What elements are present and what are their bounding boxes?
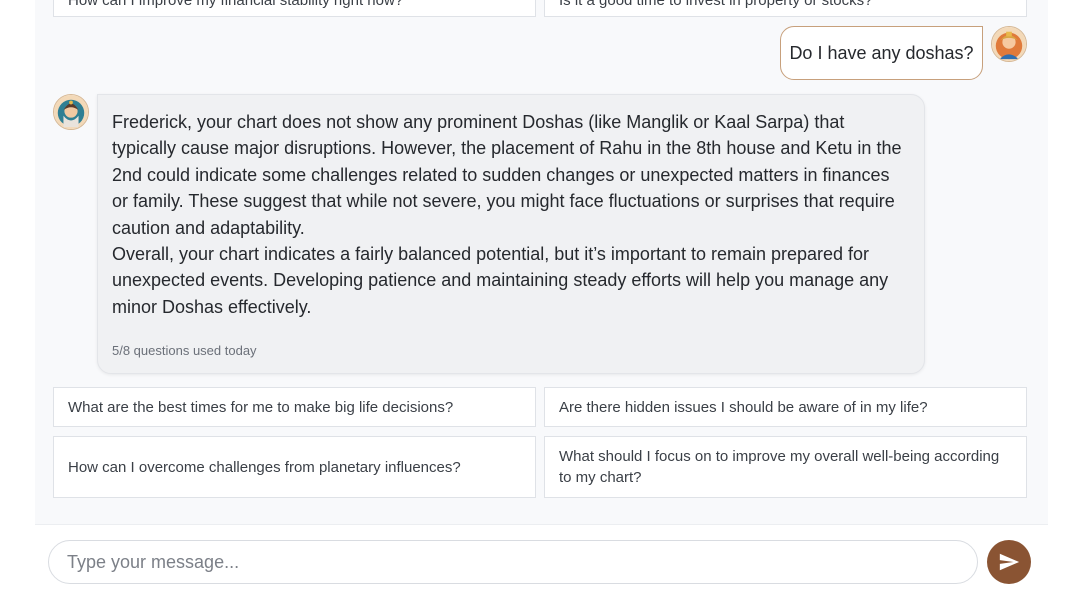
suggestion-chip[interactable]: Is it a good time to invest in property … <box>544 0 1027 17</box>
user-avatar-icon <box>992 27 1026 61</box>
bot-message-bubble: Frederick, your chart does not show any … <box>97 94 925 374</box>
suggestion-chip[interactable]: What should I focus on to improve my ove… <box>544 436 1027 498</box>
suggestion-label: What are the best times for me to make b… <box>68 398 454 416</box>
suggestion-chip[interactable]: Are there hidden issues I should be awar… <box>544 387 1027 427</box>
suggestion-label: How can I improve my financial stability… <box>68 0 404 9</box>
user-message-text: Do I have any doshas? <box>789 42 974 63</box>
chat-page: How can I improve my financial stability… <box>0 0 1079 614</box>
suggestion-chip[interactable]: What are the best times for me to make b… <box>53 387 536 427</box>
astrologer-avatar-icon <box>54 95 88 129</box>
suggestion-label: Are there hidden issues I should be awar… <box>559 398 928 416</box>
bot-message-text: Frederick, your chart does not show any … <box>112 109 910 320</box>
user-avatar <box>991 26 1027 62</box>
suggestion-label: How can I overcome challenges from plane… <box>68 458 461 476</box>
suggestion-chip[interactable]: How can I improve my financial stability… <box>53 0 536 17</box>
astrologer-avatar <box>53 94 89 130</box>
suggestion-label: Is it a good time to invest in property … <box>559 0 873 9</box>
send-icon <box>999 553 1020 571</box>
usage-counter: 5/8 questions used today <box>112 343 257 358</box>
send-button[interactable] <box>987 540 1031 584</box>
bot-paragraph: Overall, your chart indicates a fairly b… <box>112 244 889 317</box>
message-input[interactable] <box>48 540 978 584</box>
suggestion-label: What should I focus on to improve my ove… <box>559 448 1000 486</box>
message-composer <box>35 524 1048 614</box>
user-message-bubble: Do I have any doshas? <box>780 26 983 80</box>
suggestion-chip[interactable]: How can I overcome challenges from plane… <box>53 436 536 498</box>
bot-paragraph: Frederick, your chart does not show any … <box>112 112 902 238</box>
